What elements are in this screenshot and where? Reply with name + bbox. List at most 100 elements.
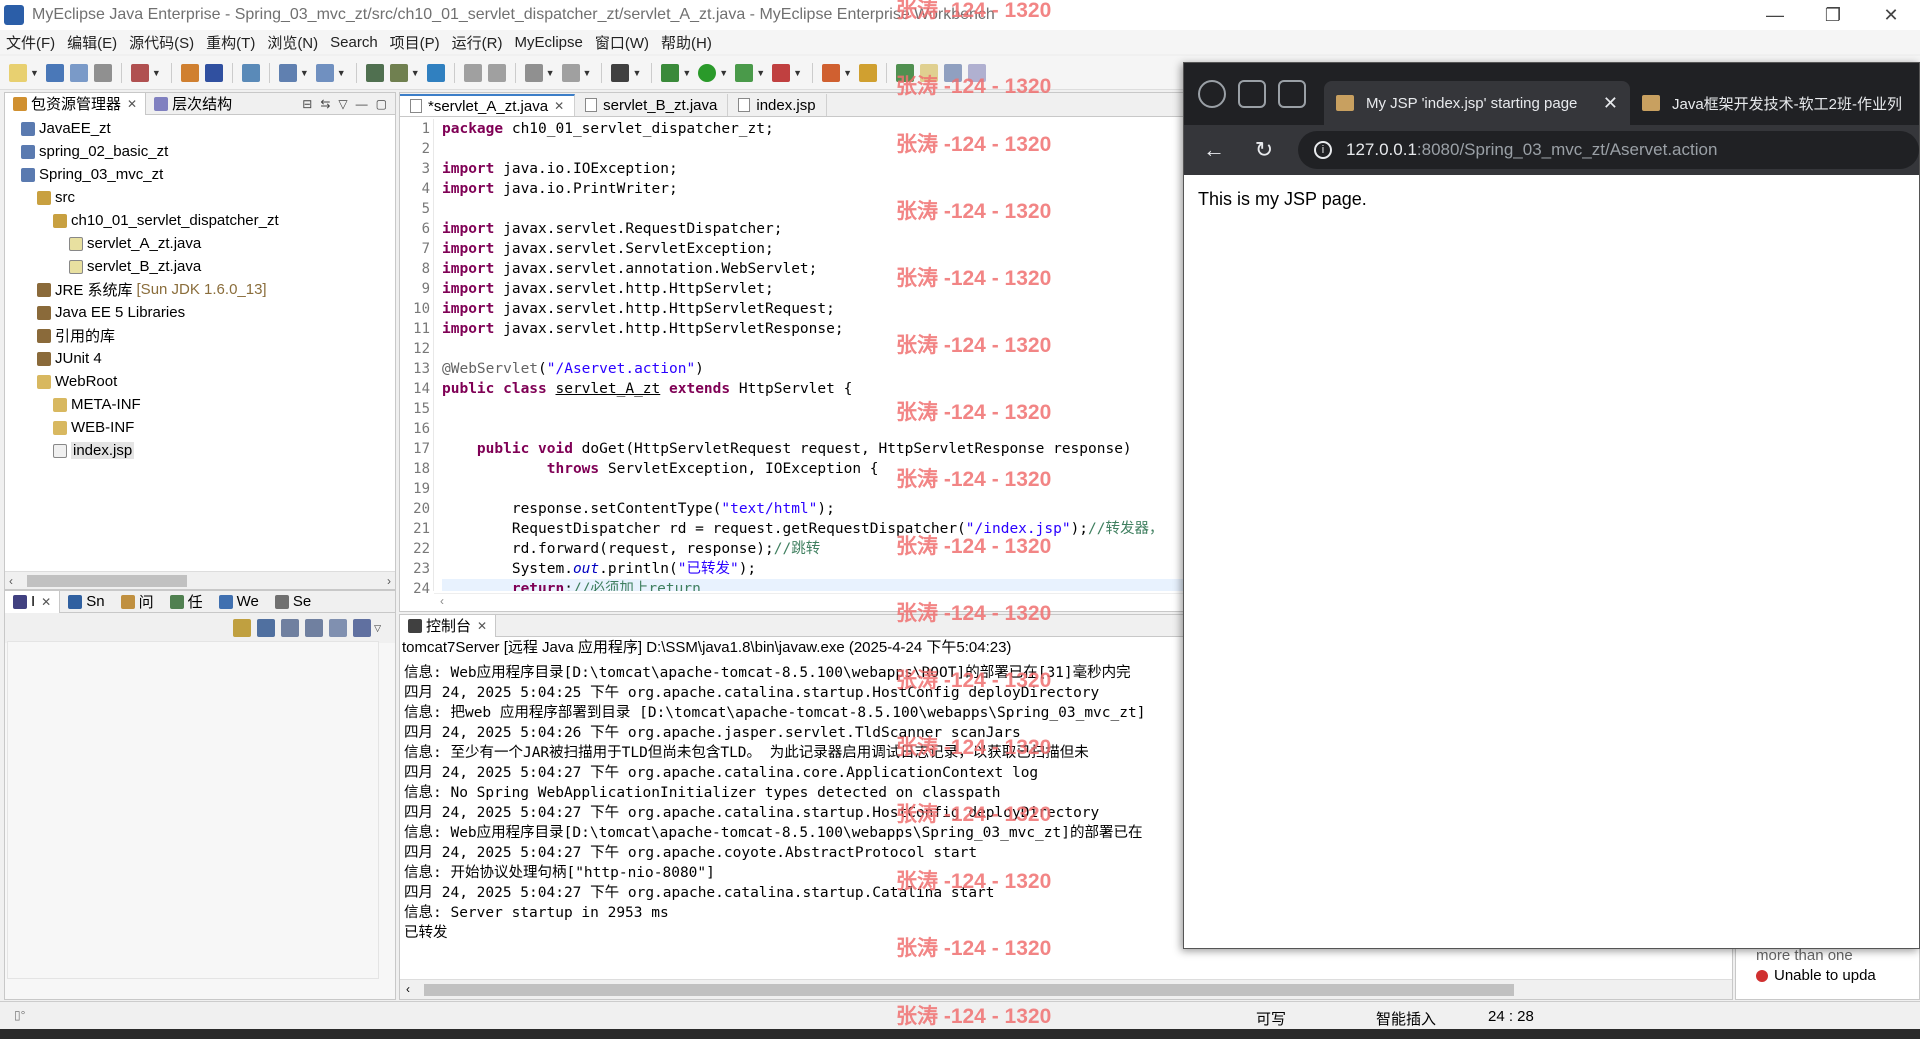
lower-left-tab[interactable]: I ✕ (5, 590, 61, 613)
browser-tab[interactable]: Java框架开发技术-软工2班-作业列 (1630, 81, 1914, 125)
debug-dropdown-icon[interactable]: ▼ (682, 68, 691, 78)
launch-icon[interactable] (524, 63, 543, 82)
restore-button[interactable]: ❐ (1804, 0, 1862, 30)
annotation-icon[interactable] (858, 63, 877, 82)
scroll-left-icon[interactable]: ‹ (9, 572, 13, 590)
tab-servlet-a[interactable]: *servlet_A_zt.java ✕ (400, 94, 576, 116)
horizontal-scrollbar[interactable]: ‹ › (5, 571, 395, 589)
terminal-icon[interactable] (611, 63, 630, 82)
scroll-left-icon[interactable]: ‹ (440, 594, 444, 608)
run-icon[interactable] (698, 63, 717, 82)
new-package-icon[interactable] (365, 63, 384, 82)
site-info-icon[interactable]: i (1314, 141, 1332, 159)
run-external-icon[interactable] (735, 63, 754, 82)
menu-refactor[interactable]: 重构(T) (200, 32, 261, 53)
menu-myeclipse[interactable]: MyEclipse (509, 34, 589, 51)
close-icon[interactable]: ✕ (127, 97, 137, 111)
lower-left-tab[interactable]: 问 (113, 591, 162, 613)
search-tool-dropdown-icon[interactable]: ▼ (843, 68, 852, 78)
menu-navigate[interactable]: 浏览(N) (261, 32, 324, 53)
tree-item[interactable]: JUnit 4 (5, 347, 395, 370)
close-tab-icon[interactable]: ✕ (1603, 93, 1618, 114)
new-dropdown-icon[interactable]: ▼ (30, 68, 39, 78)
tree-item[interactable]: WebRoot (5, 370, 395, 393)
deploy-icon[interactable] (180, 63, 199, 82)
menu-window[interactable]: 窗口(W) (589, 32, 655, 53)
server-icon[interactable] (204, 63, 223, 82)
launch-dropdown-icon[interactable]: ▼ (546, 68, 555, 78)
tree-item[interactable]: Java EE 5 Libraries (5, 301, 395, 324)
collapse-all-icon[interactable]: ⊟ (302, 97, 312, 111)
menu-search[interactable]: Search (324, 34, 384, 51)
tab-index-jsp[interactable]: index.jsp (728, 94, 827, 116)
profile-dropdown-icon[interactable]: ▼ (583, 68, 592, 78)
save-icon[interactable] (45, 63, 64, 82)
code-area[interactable]: package ch10_01_servlet_dispatcher_zt; i… (442, 119, 1183, 591)
new-icon[interactable] (9, 63, 27, 82)
close-icon[interactable]: ✕ (477, 619, 487, 633)
view-menu-icon[interactable]: ▽ (374, 623, 381, 634)
lower-left-tab[interactable]: We (211, 591, 267, 613)
tree-item[interactable]: JavaEE_zt (5, 117, 395, 140)
view-menu-icon[interactable]: ▽ (338, 97, 347, 111)
fit-icon[interactable] (329, 619, 348, 637)
project-icon[interactable] (130, 63, 149, 82)
link-editor-icon[interactable]: ⇆ (320, 97, 330, 111)
tab-console[interactable]: 控制台 ✕ (400, 614, 497, 637)
tree-item[interactable]: servlet_A_zt.java (5, 232, 395, 255)
menu-file[interactable]: 文件(F) (0, 32, 61, 53)
sync-icon[interactable] (233, 619, 252, 637)
new-class-icon[interactable] (389, 63, 408, 82)
tree-item[interactable]: spring_02_basic_zt (5, 140, 395, 163)
run-server-icon[interactable] (772, 63, 791, 82)
problem-item[interactable]: more than one (1736, 946, 1919, 966)
terminal-dropdown-icon[interactable]: ▼ (632, 68, 641, 78)
save-all-icon[interactable] (69, 63, 88, 82)
console-horizontal-scrollbar[interactable]: ‹ (400, 979, 1732, 999)
close-icon[interactable]: ✕ (41, 595, 51, 609)
back-arrow-icon[interactable]: ← (1194, 137, 1234, 163)
tree-item[interactable]: Spring_03_mvc_zt (5, 163, 395, 186)
reload-icon[interactable]: ↻ (1244, 137, 1284, 163)
browser-tab-active[interactable]: My JSP 'index.jsp' starting page ✕ (1324, 81, 1630, 125)
tree-item[interactable]: JRE 系统库 [Sun JDK 1.6.0_13] (5, 278, 395, 301)
wizard-dropdown-icon[interactable]: ▼ (300, 68, 309, 78)
wizard2-icon[interactable] (315, 63, 334, 82)
back-icon[interactable] (463, 63, 482, 82)
minimize-button[interactable]: — (1746, 0, 1804, 30)
profile-avatar-icon[interactable] (1198, 80, 1226, 108)
profile-icon[interactable] (561, 63, 580, 82)
forward-icon[interactable] (487, 63, 506, 82)
tree-item[interactable]: src (5, 186, 395, 209)
problem-item[interactable]: Unable to upda (1736, 966, 1919, 986)
tree-item[interactable]: ch10_01_servlet_dispatcher_zt (5, 209, 395, 232)
lower-left-tab[interactable]: 任 (162, 591, 211, 613)
zoom-in-icon[interactable] (305, 619, 324, 637)
lower-left-tab[interactable]: Se (267, 591, 319, 613)
filter-icon[interactable] (353, 619, 372, 637)
tab-servlet-b[interactable]: servlet_B_zt.java (575, 94, 729, 116)
run-dropdown-icon[interactable]: ▼ (719, 68, 728, 78)
lower-left-tab[interactable]: Sn (60, 591, 112, 613)
menu-project[interactable]: 项目(P) (384, 32, 446, 53)
tree-item[interactable]: 引用的库 (5, 324, 395, 347)
wizard-icon[interactable] (278, 63, 297, 82)
web-browser-icon[interactable] (426, 63, 445, 82)
tree-item[interactable]: META-INF (5, 393, 395, 416)
close-icon[interactable]: ✕ (554, 99, 564, 113)
run-server-dropdown-icon[interactable]: ▼ (793, 68, 802, 78)
run-external-dropdown-icon[interactable]: ▼ (756, 68, 765, 78)
menu-run[interactable]: 运行(R) (446, 32, 509, 53)
menu-help[interactable]: 帮助(H) (655, 32, 718, 53)
tree-item[interactable]: servlet_B_zt.java (5, 255, 395, 278)
menu-edit[interactable]: 编辑(E) (61, 32, 123, 53)
close-button[interactable]: ✕ (1862, 0, 1920, 30)
zoom-out-icon[interactable] (281, 619, 300, 637)
editor-horizontal-scrollbar[interactable]: ‹ (434, 593, 1183, 611)
wizard2-dropdown-icon[interactable]: ▼ (337, 68, 346, 78)
project-dropdown-icon[interactable]: ▼ (152, 68, 161, 78)
minimize-view-icon[interactable]: — (356, 97, 368, 111)
debug-icon[interactable] (661, 63, 680, 82)
tab-hierarchy[interactable]: 层次结构 (146, 93, 240, 115)
tab-package-explorer[interactable]: 包资源管理器 ✕ (5, 92, 147, 115)
